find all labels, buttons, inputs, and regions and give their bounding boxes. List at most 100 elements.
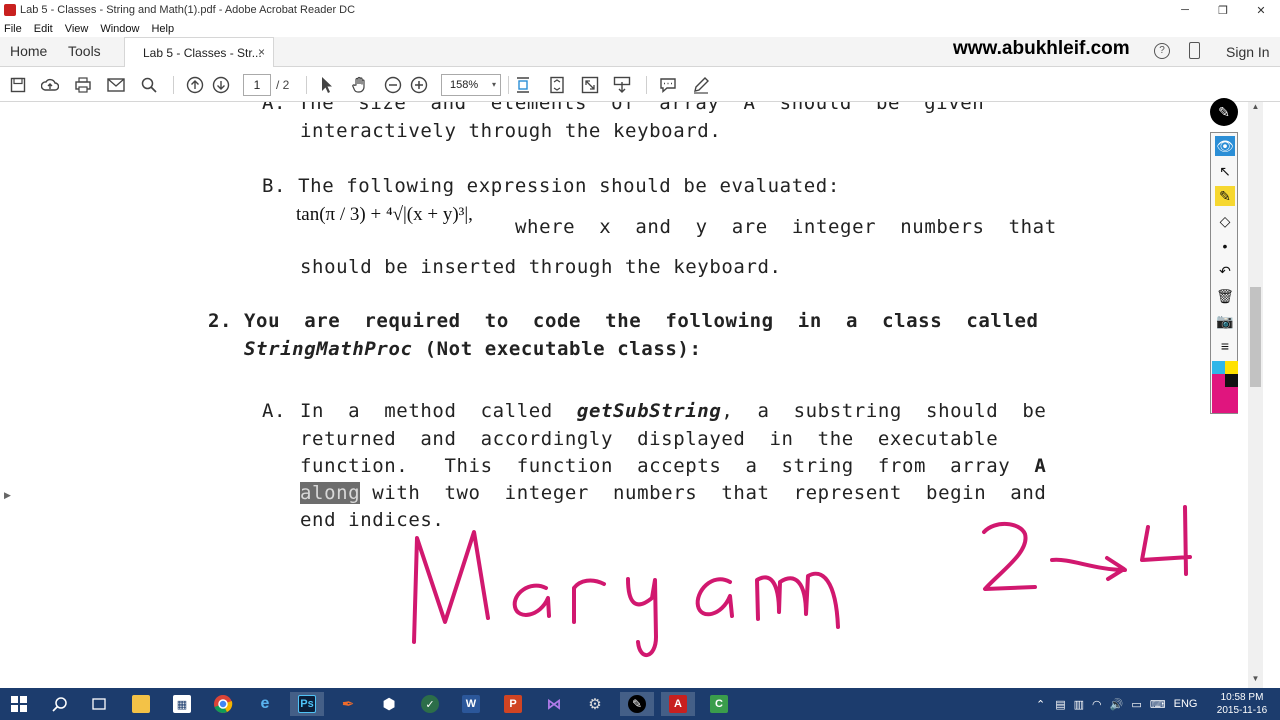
tray-app-icon[interactable]: ▤ xyxy=(1055,698,1065,711)
notes-icon[interactable]: ≡ xyxy=(1215,336,1235,356)
email-icon[interactable] xyxy=(107,76,125,94)
menu-help[interactable]: Help xyxy=(151,23,174,35)
undo-icon[interactable]: ↶ xyxy=(1215,261,1235,281)
maximize-button[interactable]: ❐ xyxy=(1204,0,1242,20)
dot-size-icon[interactable]: • xyxy=(1215,236,1235,256)
vertical-scrollbar[interactable]: ▲ ▼ xyxy=(1248,102,1263,688)
acrobat-window: Lab 5 - Classes - String and Math(1).pdf… xyxy=(0,0,1280,720)
hand-tool-icon[interactable] xyxy=(351,76,369,94)
store-icon[interactable]: ▦ xyxy=(165,692,199,716)
scroll-up-icon[interactable]: ▲ xyxy=(1248,102,1263,116)
comment-icon[interactable] xyxy=(659,76,677,94)
zoom-in-icon[interactable] xyxy=(410,76,428,94)
mobile-link-icon[interactable] xyxy=(1189,42,1200,59)
color-swatch-cyan[interactable] xyxy=(1212,361,1225,374)
next-page-icon[interactable] xyxy=(212,76,230,94)
document-view[interactable]: ▶ A. The size and elements of array A sh… xyxy=(0,102,1248,688)
zoom-level-value: 158% xyxy=(450,79,479,91)
tab-document-label: Lab 5 - Classes - Str... xyxy=(143,45,262,60)
clock[interactable]: 10:58 PM 2015-11-16 xyxy=(1212,691,1272,717)
scroll-down-icon[interactable]: ▼ xyxy=(1248,674,1263,688)
tab-document[interactable]: Lab 5 - Classes - Str... × xyxy=(124,37,274,67)
task-view-icon[interactable] xyxy=(82,692,116,716)
previous-page-icon[interactable] xyxy=(186,76,204,94)
help-icon[interactable]: ? xyxy=(1154,43,1170,59)
chart-app-icon[interactable]: ✓ xyxy=(413,692,447,716)
word-icon[interactable]: W xyxy=(454,692,488,716)
visual-studio-icon[interactable]: ⋈ xyxy=(537,692,571,716)
page-total: / 2 xyxy=(276,78,290,92)
photoshop-icon[interactable]: Ps xyxy=(290,692,324,716)
window-controls: ─ ❐ ✕ xyxy=(1166,0,1280,20)
clock-date: 2015-11-16 xyxy=(1216,705,1268,716)
sign-in-link[interactable]: Sign In xyxy=(1226,44,1270,60)
zoom-out-icon[interactable] xyxy=(384,76,402,94)
select-cursor-icon[interactable] xyxy=(318,76,336,94)
tools-app-icon[interactable]: ⚙ xyxy=(578,692,612,716)
sign-pen-icon[interactable] xyxy=(692,76,710,94)
highlighter-icon[interactable]: ✎ xyxy=(1215,186,1235,206)
acrobat-taskbar-icon[interactable]: A xyxy=(661,692,695,716)
powerpoint-icon[interactable]: P xyxy=(496,692,530,716)
full-screen-icon[interactable] xyxy=(581,76,599,94)
file-explorer-icon[interactable] xyxy=(124,692,158,716)
battery-icon[interactable]: ▭ xyxy=(1131,698,1141,711)
annotation-toolbar: 👁 ↖ ✎ ◇ • ↶ 🗑 📷 ≡ xyxy=(1210,132,1238,414)
eye-icon[interactable]: 👁 xyxy=(1215,136,1235,156)
scrollbar-thumb[interactable] xyxy=(1250,287,1261,387)
scrolling-mode-icon[interactable] xyxy=(514,76,532,94)
toolbar-separator xyxy=(173,76,174,94)
zoom-level-select[interactable]: 158% ▾ xyxy=(441,74,501,96)
search-icon[interactable] xyxy=(43,692,77,716)
camera-icon[interactable]: 📷 xyxy=(1215,311,1235,331)
trash-icon[interactable]: 🗑 xyxy=(1215,286,1235,306)
watermark-text: www.abukhleif.com xyxy=(953,38,1130,59)
tab-tools[interactable]: Tools xyxy=(68,43,101,59)
menu-window[interactable]: Window xyxy=(100,23,139,35)
menu-edit[interactable]: Edit xyxy=(34,23,53,35)
fit-page-icon[interactable] xyxy=(548,76,566,94)
download-tray-icon[interactable] xyxy=(613,76,631,94)
pen-tool-app-icon[interactable]: ✒ xyxy=(331,692,365,716)
title-bar: Lab 5 - Classes - String and Math(1).pdf… xyxy=(0,0,1280,20)
internet-explorer-icon[interactable]: e xyxy=(248,692,282,716)
chevron-down-icon: ▾ xyxy=(491,80,496,89)
menu-view[interactable]: View xyxy=(65,23,89,35)
wifi-icon[interactable]: ◠ xyxy=(1092,698,1102,711)
camtasia-icon[interactable]: C xyxy=(702,692,736,716)
color-palette[interactable] xyxy=(1212,361,1238,413)
toolbar-separator xyxy=(508,76,509,94)
menu-bar: File Edit View Window Help xyxy=(0,20,1280,37)
pen-annotation-app-icon[interactable]: ✎ xyxy=(620,692,654,716)
network-icon[interactable]: ▥ xyxy=(1074,698,1084,711)
save-icon[interactable] xyxy=(9,76,27,94)
pointer-icon[interactable]: ↖ xyxy=(1215,161,1235,181)
volume-icon[interactable]: 🔊 xyxy=(1110,698,1124,711)
tab-bar: Home Tools Lab 5 - Classes - Str... × ww… xyxy=(0,37,1280,67)
page-number-input[interactable]: 1 xyxy=(243,74,271,96)
toolbar-separator xyxy=(646,76,647,94)
tab-home[interactable]: Home xyxy=(10,43,47,59)
eraser-icon[interactable]: ◇ xyxy=(1215,211,1235,231)
acrobat-app-icon xyxy=(4,4,16,16)
language-indicator[interactable]: ENG xyxy=(1174,698,1198,710)
close-button[interactable]: ✕ xyxy=(1242,0,1280,20)
color-swatch-black[interactable] xyxy=(1225,374,1238,387)
pen-app-icon[interactable]: ✎ xyxy=(1210,98,1238,126)
chrome-icon[interactable] xyxy=(206,692,240,716)
close-tab-icon[interactable]: × xyxy=(258,45,265,59)
search-icon[interactable] xyxy=(140,76,158,94)
print-icon[interactable] xyxy=(74,76,92,94)
window-title: Lab 5 - Classes - String and Math(1).pdf… xyxy=(20,4,356,16)
keyboard-icon[interactable]: ⌨ xyxy=(1150,698,1166,711)
3d-box-icon[interactable]: ⬢ xyxy=(372,692,406,716)
minimize-button[interactable]: ─ xyxy=(1166,0,1204,20)
upload-cloud-icon[interactable] xyxy=(41,76,59,94)
color-swatch-yellow[interactable] xyxy=(1225,361,1238,374)
color-swatch-pink[interactable] xyxy=(1212,374,1225,387)
menu-file[interactable]: File xyxy=(4,23,22,35)
chevron-up-icon[interactable]: ⌃ xyxy=(1036,698,1045,711)
freehand-ink-annotation xyxy=(412,505,1192,657)
windows-start-icon[interactable] xyxy=(2,692,36,716)
clock-time: 10:58 PM xyxy=(1220,692,1264,703)
